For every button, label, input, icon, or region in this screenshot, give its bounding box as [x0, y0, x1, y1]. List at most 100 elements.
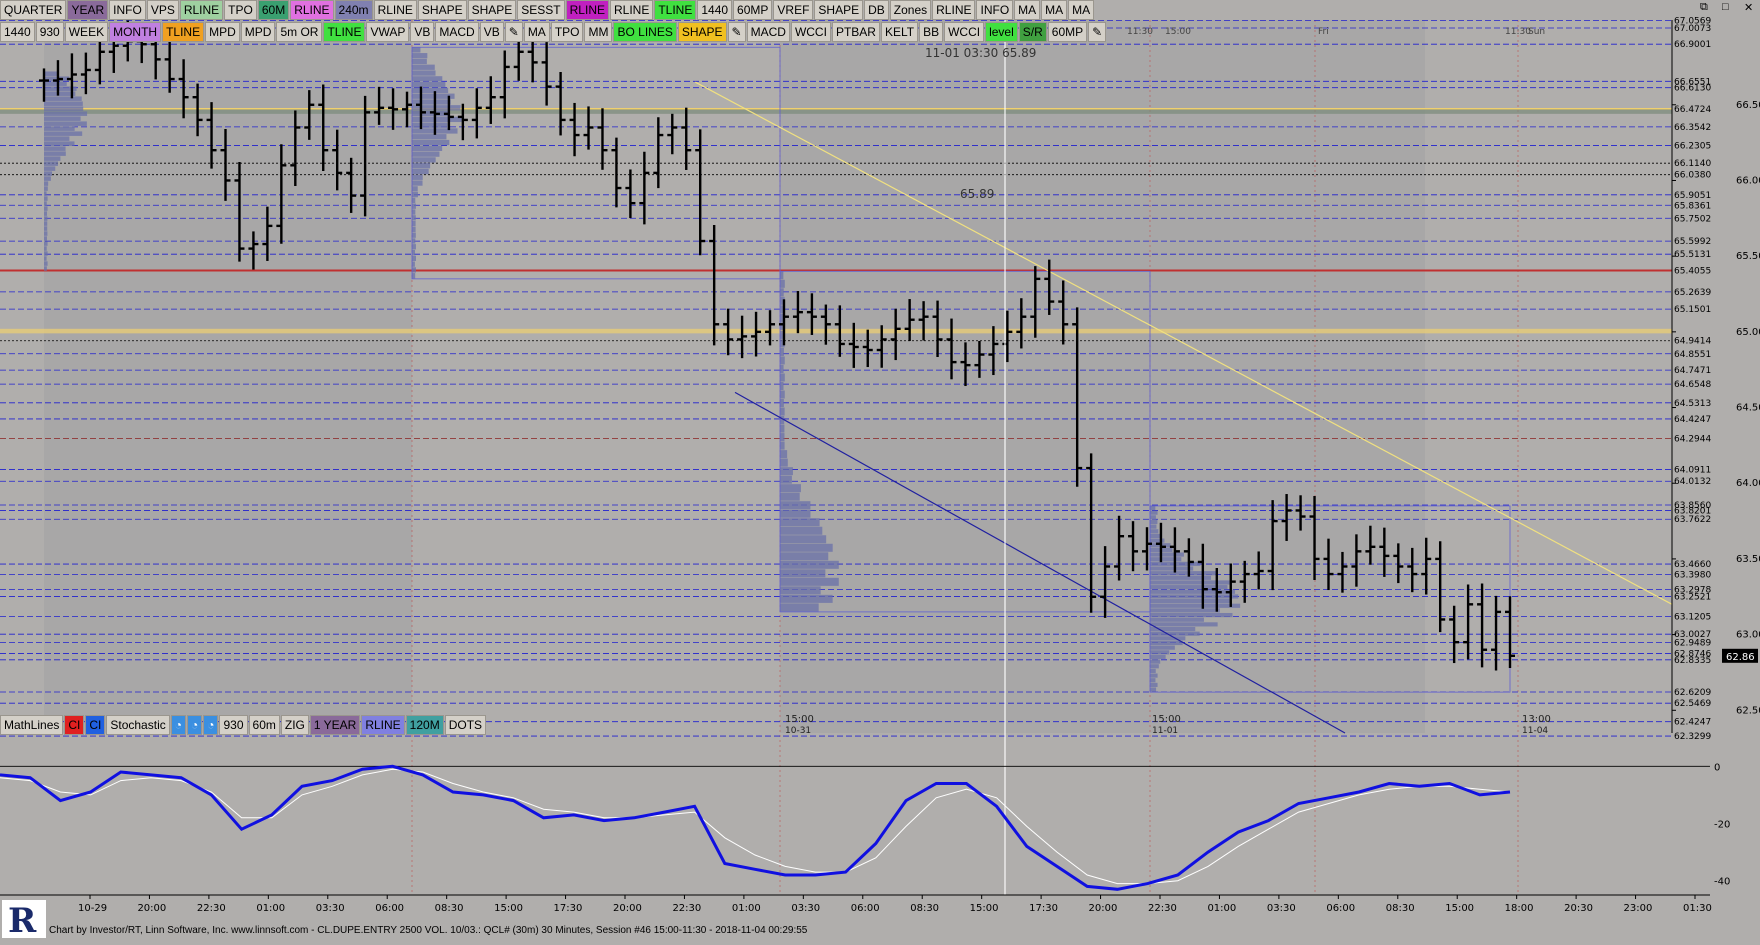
volume-profile-bar: [44, 151, 66, 156]
toolbar-lower-120m-button[interactable]: 120M: [405, 715, 444, 735]
toolbar-second-ptbar-button[interactable]: PTBAR: [831, 22, 880, 42]
toolbar-top-info-button[interactable]: INFO: [109, 0, 146, 20]
toolbar-second-month-button[interactable]: MONTH: [109, 22, 162, 42]
toolbar-top-ma-button[interactable]: MA: [1041, 0, 1068, 20]
toolbar-second-kelt-button[interactable]: KELT: [880, 22, 919, 42]
toolbar-second-shape-button[interactable]: SHAPE: [677, 22, 727, 42]
volume-profile-bar: [780, 603, 819, 612]
pencil-icon[interactable]: ✎: [1088, 22, 1107, 42]
price-level-label: 64.2944: [1674, 435, 1711, 445]
price-level-label: 64.9414: [1674, 337, 1711, 347]
price-level-label: 63.4660: [1674, 560, 1711, 570]
price-level-label: 65.8361: [1674, 201, 1711, 211]
toolbar-lower-stochastic-button[interactable]: Stochastic: [106, 715, 170, 735]
toolbar-second-bo-lines-button[interactable]: BO LINES: [613, 22, 677, 42]
toolbar-lower-930-button[interactable]: 930: [219, 715, 248, 735]
volume-profile-bar: [44, 146, 66, 151]
chart-canvas[interactable]: 67.056967.007366.900166.655166.613066.47…: [0, 0, 1760, 940]
toolbar-second-1440-button[interactable]: 1440: [0, 22, 35, 42]
toolbar-second-bb-button[interactable]: BB: [919, 22, 944, 42]
toolbar-top-sesst-button[interactable]: SESST: [517, 0, 565, 20]
x-axis-label: 01:30: [1683, 903, 1712, 914]
toolbar-lower-rline-button[interactable]: RLINE: [361, 715, 405, 735]
volume-profile-bar: [412, 76, 443, 82]
toolbar-top-rline-button[interactable]: RLINE: [179, 0, 224, 20]
toolbar-top-db-button[interactable]: DB: [864, 0, 889, 20]
toolbar-second-wcci-button[interactable]: WCCI: [790, 22, 831, 42]
toolbar-top-zones-button[interactable]: Zones: [889, 0, 932, 20]
restore-window-icon[interactable]: ⧉: [1700, 1, 1708, 14]
toolbar-second-wcci-button[interactable]: WCCI: [944, 22, 985, 42]
toolbar-lower-60m-button[interactable]: 60m: [248, 715, 280, 735]
toolbar-lower-dots-button[interactable]: DOTS: [444, 715, 487, 735]
toolbar-second-930-button[interactable]: 930: [35, 22, 64, 42]
price-level-label: 65.2639: [1674, 288, 1711, 298]
volume-profile-bar: [1150, 668, 1156, 674]
toolbar-top-1440-button[interactable]: 1440: [697, 0, 733, 20]
volume-profile-bar: [44, 106, 84, 111]
toolbar-top-tpo-button[interactable]: TPO: [224, 0, 257, 20]
toolbar-second-mpd-button[interactable]: MPD: [240, 22, 276, 42]
volume-profile-bar: [412, 151, 440, 157]
pencil-icon[interactable]: ✎: [727, 22, 746, 42]
toolbar-top-rline-button[interactable]: RLINE: [932, 0, 976, 20]
clock-icon[interactable]: ◔: [186, 715, 203, 735]
crosshair-price-label: 65.89: [960, 187, 994, 201]
volume-profile-bar: [44, 241, 48, 246]
toolbar-top-vps-button[interactable]: VPS: [146, 0, 179, 20]
toolbar-lower-ci-button[interactable]: CI: [64, 715, 85, 735]
indicator-toolbar-top: QUARTER YEAR INFO VPS RLINE TPO 60M RLINE 240m RL…: [0, 0, 1095, 20]
cursor-readout: 11-01 03:30 65.89: [925, 46, 1036, 60]
toolbar-lower-ci-button[interactable]: CI: [85, 715, 106, 735]
toolbar-top-shape-button[interactable]: SHAPE: [467, 0, 517, 20]
toolbar-top-info-button[interactable]: INFO: [976, 0, 1014, 20]
toolbar-top-ma-button[interactable]: MA: [1068, 0, 1095, 20]
toolbar-top-rline-button[interactable]: RLINE: [609, 0, 654, 20]
toolbar-second-tline-button[interactable]: TLINE: [323, 22, 366, 42]
toolbar-second-macd-button[interactable]: MACD: [435, 22, 479, 42]
x-axis-label: 22:30: [197, 903, 226, 914]
maximize-window-icon[interactable]: □: [1722, 1, 1729, 13]
toolbar-top-rline-button[interactable]: RLINE: [373, 0, 417, 20]
toolbar-second-vwap-button[interactable]: VWAP: [366, 22, 410, 42]
toolbar-second-5m-or-button[interactable]: 5m OR: [276, 22, 323, 42]
volume-profile-bar: [44, 246, 47, 251]
toolbar-top-tline-button[interactable]: TLINE: [654, 0, 697, 20]
toolbar-top-rline-button[interactable]: RLINE: [290, 0, 334, 20]
toolbar-lower-1-year-button[interactable]: 1 YEAR: [309, 715, 361, 735]
toolbar-second-macd-button[interactable]: MACD: [746, 22, 790, 42]
toolbar-top-shape-button[interactable]: SHAPE: [814, 0, 864, 20]
clock-icon[interactable]: ◔: [170, 715, 186, 735]
toolbar-second-s-r-button[interactable]: S/R: [1018, 22, 1047, 42]
value-area-band: [0, 109, 1672, 114]
toolbar-second-vb-button[interactable]: VB: [479, 22, 504, 42]
x-axis-label: 08:30: [1386, 903, 1415, 914]
toolbar-lower-zig-button[interactable]: ZIG: [280, 715, 309, 735]
top-time-label: 11:30: [1127, 27, 1153, 37]
x-axis-label: 01:00: [256, 903, 285, 914]
toolbar-top-shape-button[interactable]: SHAPE: [417, 0, 467, 20]
toolbar-top-vref-button[interactable]: VREF: [773, 0, 814, 20]
volume-profile-bar: [412, 226, 416, 233]
pencil-icon[interactable]: ✎: [504, 22, 523, 42]
toolbar-second-mpd-button[interactable]: MPD: [205, 22, 240, 42]
toolbar-second-tline-button[interactable]: TLINE: [162, 22, 205, 42]
toolbar-top-60mp-button[interactable]: 60MP: [733, 0, 773, 20]
toolbar-second-week-button[interactable]: WEEK: [64, 22, 109, 42]
toolbar-second-mm-button[interactable]: MM: [584, 22, 613, 42]
toolbar-top-ma-button[interactable]: MA: [1014, 0, 1041, 20]
toolbar-top-240m-button[interactable]: 240m: [334, 0, 373, 20]
close-window-icon[interactable]: ✕: [1744, 1, 1753, 14]
toolbar-top-year-button[interactable]: YEAR: [67, 0, 109, 20]
toolbar-top-rline-button[interactable]: RLINE: [565, 0, 609, 20]
toolbar-second-level-button[interactable]: level: [985, 22, 1018, 42]
toolbar-second-tpo-button[interactable]: TPO: [550, 22, 584, 42]
toolbar-top-quarter-button[interactable]: QUARTER: [0, 0, 67, 20]
volume-profile-bar: [412, 232, 416, 238]
clock-icon[interactable]: ◔: [203, 715, 219, 735]
toolbar-lower-mathlines-button[interactable]: MathLines: [0, 715, 64, 735]
toolbar-top-60m-button[interactable]: 60M: [257, 0, 290, 20]
toolbar-second-vb-button[interactable]: VB: [410, 22, 435, 42]
toolbar-second-60mp-button[interactable]: 60MP: [1047, 22, 1088, 42]
toolbar-second-ma-button[interactable]: MA: [523, 22, 550, 42]
